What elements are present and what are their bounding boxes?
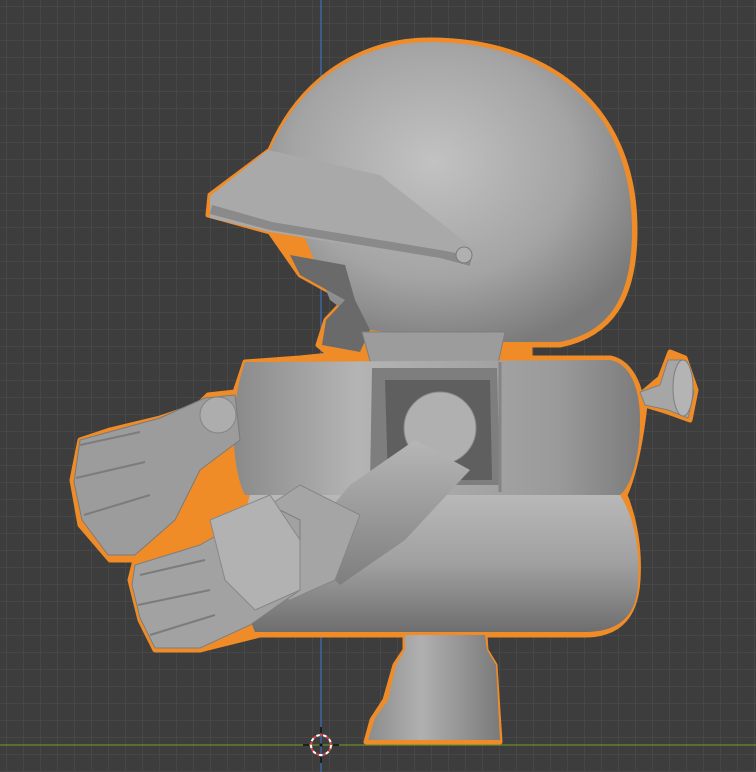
viewport-canvas[interactable] xyxy=(0,0,756,772)
visor-bolt xyxy=(455,246,473,264)
back-wrist xyxy=(199,396,237,434)
side-valve-cap xyxy=(672,359,694,417)
selected-robot-object[interactable] xyxy=(69,37,699,745)
3d-viewport[interactable] xyxy=(0,0,756,772)
3d-cursor-icon[interactable] xyxy=(303,727,339,763)
